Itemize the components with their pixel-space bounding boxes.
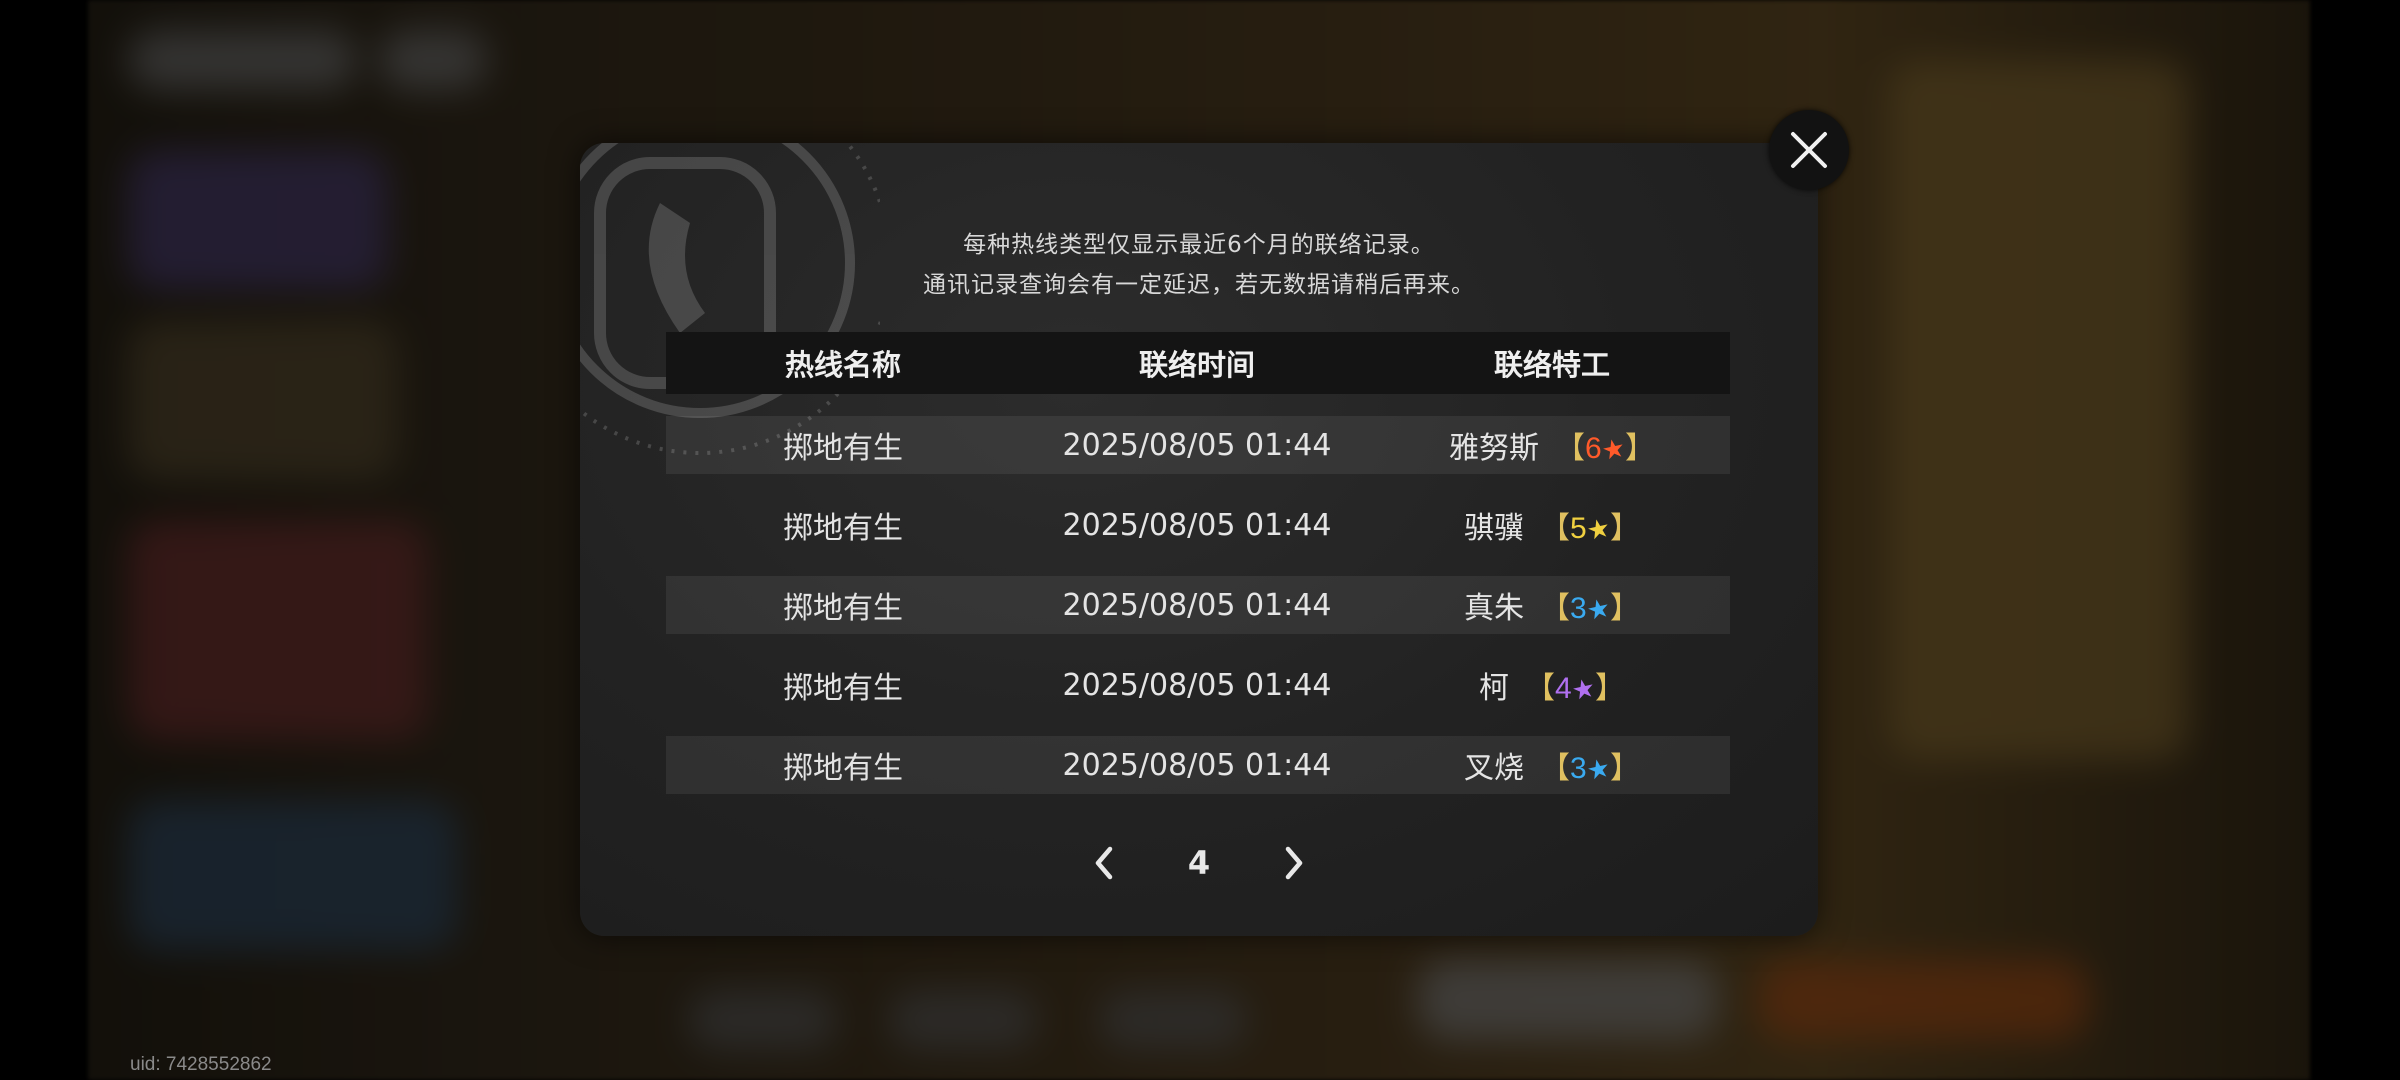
bracket-open: 【 [1540, 511, 1570, 546]
agent-rarity: 【6★】 [1555, 431, 1655, 468]
star-icon: ★ [1583, 592, 1613, 628]
contact-agent-cell: 骐骥 【5★】 [1374, 503, 1730, 547]
agent-name: 雅努斯 [1449, 431, 1539, 466]
agent-name: 骐骥 [1464, 511, 1524, 546]
agent-name: 真朱 [1464, 591, 1524, 626]
bracket-close: 】 [1625, 431, 1655, 466]
header-contact-time: 联络时间 [1138, 348, 1255, 382]
contact-agent-cell: 真朱 【3★】 [1374, 583, 1730, 627]
close-button[interactable] [1769, 110, 1849, 190]
agent-rarity: 【4★】 [1525, 671, 1625, 708]
bracket-close: 】 [1610, 751, 1640, 786]
table-row: 掷地有生 2025/08/05 01:44 真朱 【3★】 [666, 576, 1730, 634]
bracket-close: 】 [1610, 591, 1640, 626]
contact-time-cell: 2025/08/05 01:44 [1062, 747, 1332, 783]
agent-rarity: 【3★】 [1540, 751, 1640, 788]
star-icon: ★ [1598, 432, 1628, 468]
hotline-name-cell: 掷地有生 [783, 591, 903, 626]
chevron-right-icon [1285, 846, 1303, 880]
table-header: 热线名称 联络时间 联络特工 [666, 332, 1730, 394]
bracket-open: 【 [1555, 431, 1585, 466]
bracket-open: 【 [1540, 751, 1570, 786]
bracket-close: 】 [1595, 671, 1625, 706]
contact-record-table: 热线名称 联络时间 联络特工 掷地有生 2025/08/05 01:44 雅努斯 【6… [666, 332, 1730, 794]
screen: uid: 7428552862 每种热线类型仅显示最近6个月的联络记录。 通讯记… [0, 0, 2400, 1080]
agent-name: 叉烧 [1464, 751, 1524, 786]
star-icon: ★ [1583, 752, 1613, 788]
table-row: 掷地有生 2025/08/05 01:44 骐骥 【5★】 [666, 496, 1730, 554]
hotline-name-cell: 掷地有生 [783, 751, 903, 786]
notice-line-1: 每种热线类型仅显示最近6个月的联络记录。 [963, 232, 1435, 258]
table-row: 掷地有生 2025/08/05 01:44 柯【4★】 [666, 656, 1730, 714]
contact-time-cell: 2025/08/05 01:44 [1062, 587, 1332, 623]
contact-agent-cell: 柯【4★】 [1374, 663, 1730, 707]
close-icon [1791, 132, 1827, 168]
contact-record-dialog: 每种热线类型仅显示最近6个月的联络记录。 通讯记录查询会有一定延迟，若无数据请稍… [580, 143, 1818, 936]
contact-time-cell: 2025/08/05 01:44 [1062, 507, 1332, 543]
pagination: 4 [580, 838, 1818, 888]
contact-time-cell: 2025/08/05 01:44 [1062, 667, 1332, 703]
header-contact-agent: 联络特工 [1493, 348, 1610, 382]
contact-agent-cell: 雅努斯 【6★】 [1374, 423, 1730, 467]
agent-rarity: 【3★】 [1540, 591, 1640, 628]
table-row: 掷地有生 2025/08/05 01:44 叉烧 【3★】 [666, 736, 1730, 794]
bracket-open: 【 [1525, 671, 1555, 706]
header-hotline-name: 热线名称 [784, 348, 901, 382]
current-page-number: 4 [1187, 844, 1211, 882]
hotline-name-cell: 掷地有生 [783, 511, 903, 546]
table-row: 掷地有生 2025/08/05 01:44 雅努斯 【6★】 [666, 416, 1730, 474]
hotline-name-cell: 掷地有生 [783, 671, 903, 706]
prev-page-button[interactable] [1084, 838, 1124, 888]
contact-agent-cell: 叉烧 【3★】 [1374, 743, 1730, 787]
uid-label: uid: 7428552862 [130, 1054, 272, 1075]
star-icon: ★ [1568, 672, 1598, 708]
contact-time-cell: 2025/08/05 01:44 [1062, 427, 1332, 463]
next-page-button[interactable] [1274, 838, 1314, 888]
chevron-left-icon [1095, 846, 1113, 880]
notice-line-2: 通讯记录查询会有一定延迟，若无数据请稍后再来。 [923, 272, 1475, 298]
bracket-close: 】 [1610, 511, 1640, 546]
agent-name: 柯 [1479, 671, 1509, 706]
hotline-name-cell: 掷地有生 [783, 431, 903, 466]
star-icon: ★ [1583, 512, 1613, 548]
agent-rarity: 【5★】 [1540, 511, 1640, 548]
bracket-open: 【 [1540, 591, 1570, 626]
